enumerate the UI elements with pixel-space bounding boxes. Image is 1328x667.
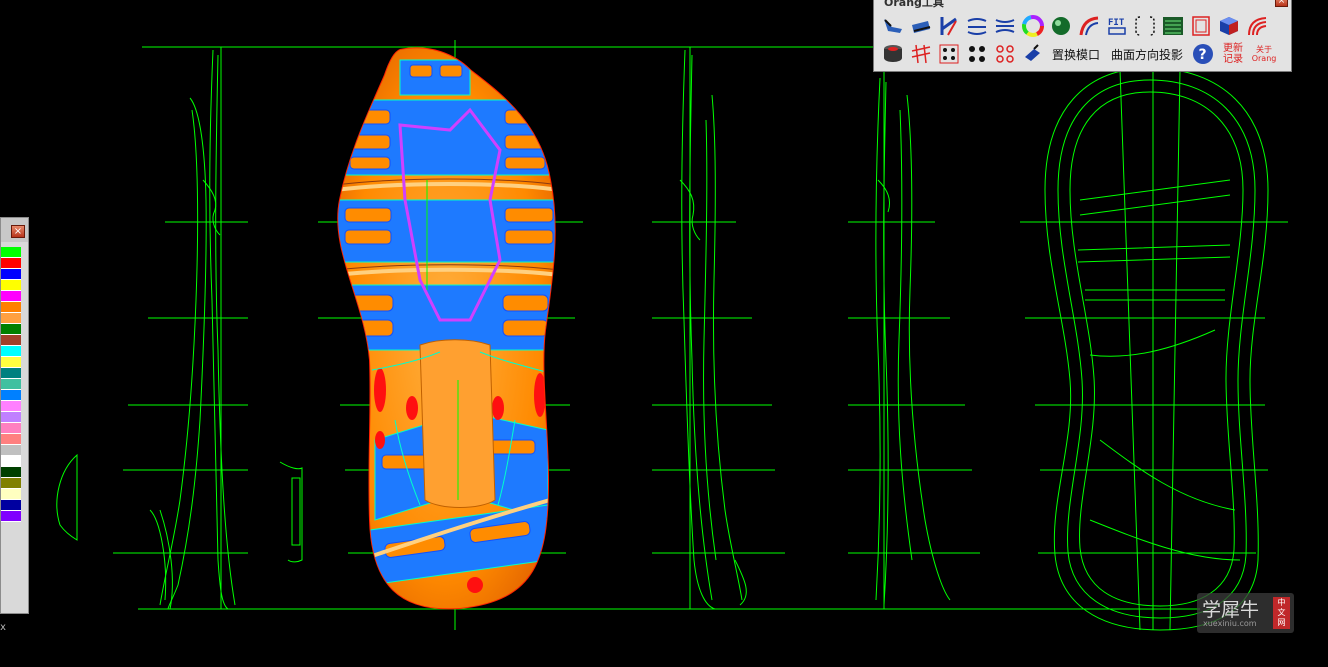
- svg-text:?: ?: [1199, 47, 1207, 63]
- help-icon[interactable]: ?: [1190, 42, 1216, 66]
- color-swatch[interactable]: [1, 291, 21, 302]
- toolbar-row-2: 置换模口 曲面方向投影 ? 更新 记录 关于 Orang: [880, 42, 1280, 66]
- sole-tool-icon[interactable]: [908, 14, 934, 38]
- grid-data-icon[interactable]: [1160, 14, 1186, 38]
- color-swatch[interactable]: [1, 258, 21, 269]
- color-swatch[interactable]: [1, 500, 21, 511]
- watermark-text: 学犀牛: [1202, 599, 1260, 621]
- toolbar-title: Orang工具: [884, 0, 944, 9]
- cube-icon[interactable]: [1216, 14, 1242, 38]
- construction-lines: [113, 40, 1288, 630]
- color-swatch[interactable]: [1, 401, 21, 412]
- cylinder-icon[interactable]: [880, 42, 906, 66]
- color-swatch[interactable]: [1, 335, 21, 346]
- frame-icon[interactable]: [1188, 14, 1214, 38]
- color-swatch[interactable]: [1, 390, 21, 401]
- color-wheel-icon[interactable]: [1020, 14, 1046, 38]
- color-swatch[interactable]: [1, 324, 21, 335]
- color-swatch[interactable]: [1, 280, 21, 291]
- color-swatch[interactable]: [1, 412, 21, 423]
- outsole-bottom-view: [337, 47, 556, 610]
- outsole-outline-top: [1044, 67, 1269, 631]
- shoe-tool-icon[interactable]: [880, 14, 906, 38]
- color-swatch[interactable]: [1, 313, 21, 324]
- color-swatch[interactable]: [1, 511, 21, 522]
- replace-mold-button[interactable]: 置换模口: [1052, 46, 1100, 63]
- watermark: 学犀牛 xuexiniu.com 中文网: [1197, 593, 1294, 633]
- coordinate-label: x: [0, 622, 7, 633]
- color-swatch[interactable]: [1, 379, 21, 390]
- palette-swatches: [1, 247, 21, 522]
- color-swatch[interactable]: [1, 357, 21, 368]
- circle-array-icon[interactable]: [992, 42, 1018, 66]
- bend-tool-icon[interactable]: [1020, 42, 1046, 66]
- curve-cut-icon[interactable]: [936, 14, 962, 38]
- color-swatch[interactable]: [1, 302, 21, 313]
- palette-titlebar: ×: [1, 218, 28, 242]
- watermark-badge: 中文网: [1273, 597, 1290, 629]
- side-profile-right: [875, 77, 951, 606]
- color-swatch[interactable]: [1, 456, 21, 467]
- cad-viewport[interactable]: [0, 0, 1328, 667]
- color-swatch[interactable]: [1, 247, 21, 258]
- dots-array-icon[interactable]: [964, 42, 990, 66]
- color-swatch[interactable]: [1, 478, 21, 489]
- color-swatch[interactable]: [1, 445, 21, 456]
- toolbar-close-icon[interactable]: ×: [1275, 0, 1288, 7]
- color-swatch[interactable]: [1, 467, 21, 478]
- about-orang-button[interactable]: 关于 Orang: [1251, 45, 1277, 63]
- color-swatch[interactable]: [1, 489, 21, 500]
- bracket-icon[interactable]: [1132, 14, 1158, 38]
- dots-grid-icon[interactable]: [936, 42, 962, 66]
- arc-lines-icon[interactable]: [964, 14, 990, 38]
- rainbow-arc-icon[interactable]: [1244, 14, 1270, 38]
- color-palette-panel: ×: [0, 217, 29, 614]
- grid-lines-icon[interactable]: [908, 42, 934, 66]
- orang-toolbar: Orang工具 × FIT 置换模口 曲面方向投影 ? 更新 记录 关于 Ora…: [873, 0, 1292, 72]
- update-log-button[interactable]: 更新 记录: [1221, 43, 1245, 65]
- arc-lines-2-icon[interactable]: [992, 14, 1018, 38]
- surface-projection-button[interactable]: 曲面方向投影: [1111, 46, 1183, 63]
- cross-sections: [56, 453, 303, 563]
- curve-arc-icon[interactable]: [1076, 14, 1102, 38]
- color-swatch[interactable]: [1, 423, 21, 434]
- side-profile-left: [149, 49, 236, 610]
- color-swatch[interactable]: [1, 346, 21, 357]
- color-swatch[interactable]: [1, 368, 21, 379]
- fit-label: FIT: [1108, 18, 1125, 28]
- sphere-icon[interactable]: [1048, 14, 1074, 38]
- toolbar-row-1: FIT: [880, 14, 1272, 38]
- color-swatch[interactable]: [1, 434, 21, 445]
- fit-icon[interactable]: FIT: [1104, 14, 1130, 38]
- watermark-url: xuexiniu.com: [1203, 619, 1257, 628]
- palette-close-icon[interactable]: ×: [11, 225, 25, 238]
- color-swatch[interactable]: [1, 269, 21, 280]
